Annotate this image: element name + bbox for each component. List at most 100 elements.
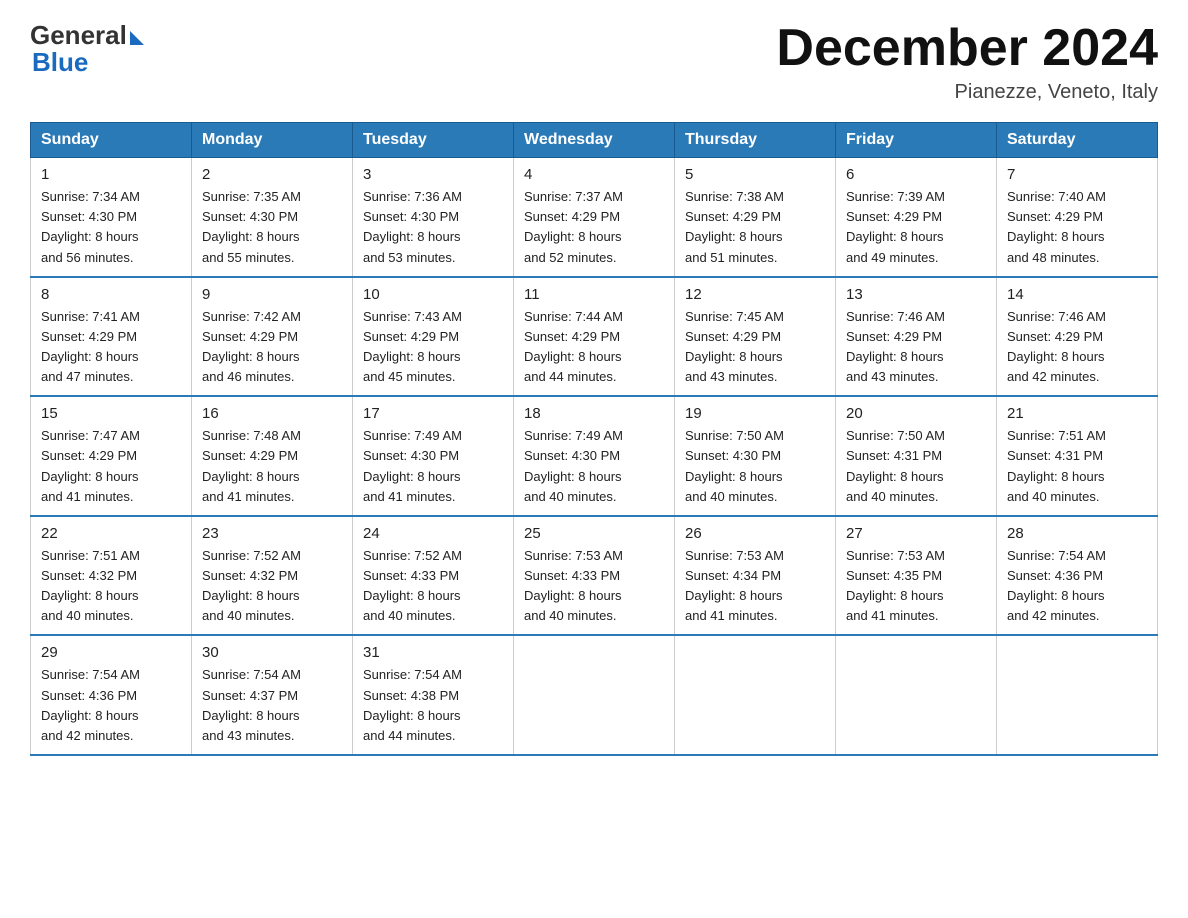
day-cell: 16 Sunrise: 7:48 AM Sunset: 4:29 PM Dayl…: [192, 396, 353, 516]
day-cell: 13 Sunrise: 7:46 AM Sunset: 4:29 PM Dayl…: [836, 277, 997, 397]
header-friday: Friday: [836, 123, 997, 158]
week-row-5: 29 Sunrise: 7:54 AM Sunset: 4:36 PM Dayl…: [31, 635, 1158, 755]
day-cell: 10 Sunrise: 7:43 AM Sunset: 4:29 PM Dayl…: [353, 277, 514, 397]
day-cell: 30 Sunrise: 7:54 AM Sunset: 4:37 PM Dayl…: [192, 635, 353, 755]
calendar-table: SundayMondayTuesdayWednesdayThursdayFrid…: [30, 122, 1158, 756]
day-info: Sunrise: 7:46 AM Sunset: 4:29 PM Dayligh…: [1007, 307, 1147, 388]
header-thursday: Thursday: [675, 123, 836, 158]
day-cell: 6 Sunrise: 7:39 AM Sunset: 4:29 PM Dayli…: [836, 158, 997, 277]
day-cell: 14 Sunrise: 7:46 AM Sunset: 4:29 PM Dayl…: [997, 277, 1158, 397]
day-cell: 21 Sunrise: 7:51 AM Sunset: 4:31 PM Dayl…: [997, 396, 1158, 516]
day-cell: 12 Sunrise: 7:45 AM Sunset: 4:29 PM Dayl…: [675, 277, 836, 397]
header-wednesday: Wednesday: [514, 123, 675, 158]
day-cell: [514, 635, 675, 755]
day-cell: 1 Sunrise: 7:34 AM Sunset: 4:30 PM Dayli…: [31, 158, 192, 277]
day-info: Sunrise: 7:37 AM Sunset: 4:29 PM Dayligh…: [524, 187, 664, 268]
day-cell: 26 Sunrise: 7:53 AM Sunset: 4:34 PM Dayl…: [675, 516, 836, 636]
day-cell: 24 Sunrise: 7:52 AM Sunset: 4:33 PM Dayl…: [353, 516, 514, 636]
day-cell: 5 Sunrise: 7:38 AM Sunset: 4:29 PM Dayli…: [675, 158, 836, 277]
logo-blue-text: Blue: [32, 47, 88, 78]
day-cell: [836, 635, 997, 755]
day-cell: 17 Sunrise: 7:49 AM Sunset: 4:30 PM Dayl…: [353, 396, 514, 516]
header-tuesday: Tuesday: [353, 123, 514, 158]
day-info: Sunrise: 7:52 AM Sunset: 4:33 PM Dayligh…: [363, 546, 503, 627]
day-info: Sunrise: 7:36 AM Sunset: 4:30 PM Dayligh…: [363, 187, 503, 268]
day-cell: 29 Sunrise: 7:54 AM Sunset: 4:36 PM Dayl…: [31, 635, 192, 755]
day-cell: 27 Sunrise: 7:53 AM Sunset: 4:35 PM Dayl…: [836, 516, 997, 636]
day-info: Sunrise: 7:35 AM Sunset: 4:30 PM Dayligh…: [202, 187, 342, 268]
day-number: 5: [685, 166, 825, 183]
day-info: Sunrise: 7:54 AM Sunset: 4:38 PM Dayligh…: [363, 665, 503, 746]
day-number: 27: [846, 525, 986, 542]
week-row-1: 1 Sunrise: 7:34 AM Sunset: 4:30 PM Dayli…: [31, 158, 1158, 277]
week-row-2: 8 Sunrise: 7:41 AM Sunset: 4:29 PM Dayli…: [31, 277, 1158, 397]
day-cell: 31 Sunrise: 7:54 AM Sunset: 4:38 PM Dayl…: [353, 635, 514, 755]
day-info: Sunrise: 7:43 AM Sunset: 4:29 PM Dayligh…: [363, 307, 503, 388]
day-number: 6: [846, 166, 986, 183]
day-number: 14: [1007, 286, 1147, 303]
day-info: Sunrise: 7:53 AM Sunset: 4:33 PM Dayligh…: [524, 546, 664, 627]
day-info: Sunrise: 7:50 AM Sunset: 4:31 PM Dayligh…: [846, 426, 986, 507]
logo-triangle-icon: [130, 31, 144, 45]
header-saturday: Saturday: [997, 123, 1158, 158]
day-number: 26: [685, 525, 825, 542]
day-info: Sunrise: 7:40 AM Sunset: 4:29 PM Dayligh…: [1007, 187, 1147, 268]
day-cell: 8 Sunrise: 7:41 AM Sunset: 4:29 PM Dayli…: [31, 277, 192, 397]
day-number: 11: [524, 286, 664, 303]
day-cell: 22 Sunrise: 7:51 AM Sunset: 4:32 PM Dayl…: [31, 516, 192, 636]
day-cell: 15 Sunrise: 7:47 AM Sunset: 4:29 PM Dayl…: [31, 396, 192, 516]
header-sunday: Sunday: [31, 123, 192, 158]
day-info: Sunrise: 7:53 AM Sunset: 4:35 PM Dayligh…: [846, 546, 986, 627]
day-info: Sunrise: 7:54 AM Sunset: 4:36 PM Dayligh…: [41, 665, 181, 746]
day-number: 30: [202, 644, 342, 661]
day-number: 24: [363, 525, 503, 542]
day-number: 2: [202, 166, 342, 183]
day-number: 10: [363, 286, 503, 303]
day-cell: 9 Sunrise: 7:42 AM Sunset: 4:29 PM Dayli…: [192, 277, 353, 397]
calendar-body: 1 Sunrise: 7:34 AM Sunset: 4:30 PM Dayli…: [31, 158, 1158, 755]
header-row: SundayMondayTuesdayWednesdayThursdayFrid…: [31, 123, 1158, 158]
calendar-header: SundayMondayTuesdayWednesdayThursdayFrid…: [31, 123, 1158, 158]
day-info: Sunrise: 7:50 AM Sunset: 4:30 PM Dayligh…: [685, 426, 825, 507]
day-info: Sunrise: 7:48 AM Sunset: 4:29 PM Dayligh…: [202, 426, 342, 507]
day-info: Sunrise: 7:45 AM Sunset: 4:29 PM Dayligh…: [685, 307, 825, 388]
day-number: 19: [685, 405, 825, 422]
day-cell: 2 Sunrise: 7:35 AM Sunset: 4:30 PM Dayli…: [192, 158, 353, 277]
day-number: 15: [41, 405, 181, 422]
day-info: Sunrise: 7:49 AM Sunset: 4:30 PM Dayligh…: [524, 426, 664, 507]
day-info: Sunrise: 7:34 AM Sunset: 4:30 PM Dayligh…: [41, 187, 181, 268]
day-number: 17: [363, 405, 503, 422]
day-number: 8: [41, 286, 181, 303]
day-number: 1: [41, 166, 181, 183]
day-number: 4: [524, 166, 664, 183]
day-number: 12: [685, 286, 825, 303]
day-number: 21: [1007, 405, 1147, 422]
page-header: General Blue December 2024 Pianezze, Ven…: [30, 20, 1158, 104]
day-info: Sunrise: 7:42 AM Sunset: 4:29 PM Dayligh…: [202, 307, 342, 388]
day-cell: 7 Sunrise: 7:40 AM Sunset: 4:29 PM Dayli…: [997, 158, 1158, 277]
day-info: Sunrise: 7:44 AM Sunset: 4:29 PM Dayligh…: [524, 307, 664, 388]
day-info: Sunrise: 7:41 AM Sunset: 4:29 PM Dayligh…: [41, 307, 181, 388]
day-cell: 3 Sunrise: 7:36 AM Sunset: 4:30 PM Dayli…: [353, 158, 514, 277]
day-info: Sunrise: 7:54 AM Sunset: 4:36 PM Dayligh…: [1007, 546, 1147, 627]
day-number: 7: [1007, 166, 1147, 183]
day-number: 31: [363, 644, 503, 661]
day-info: Sunrise: 7:47 AM Sunset: 4:29 PM Dayligh…: [41, 426, 181, 507]
day-cell: 20 Sunrise: 7:50 AM Sunset: 4:31 PM Dayl…: [836, 396, 997, 516]
day-info: Sunrise: 7:52 AM Sunset: 4:32 PM Dayligh…: [202, 546, 342, 627]
day-number: 23: [202, 525, 342, 542]
day-info: Sunrise: 7:39 AM Sunset: 4:29 PM Dayligh…: [846, 187, 986, 268]
day-info: Sunrise: 7:53 AM Sunset: 4:34 PM Dayligh…: [685, 546, 825, 627]
day-cell: 11 Sunrise: 7:44 AM Sunset: 4:29 PM Dayl…: [514, 277, 675, 397]
day-number: 20: [846, 405, 986, 422]
day-cell: 19 Sunrise: 7:50 AM Sunset: 4:30 PM Dayl…: [675, 396, 836, 516]
day-cell: [675, 635, 836, 755]
day-number: 3: [363, 166, 503, 183]
day-number: 13: [846, 286, 986, 303]
day-number: 28: [1007, 525, 1147, 542]
day-info: Sunrise: 7:46 AM Sunset: 4:29 PM Dayligh…: [846, 307, 986, 388]
day-number: 25: [524, 525, 664, 542]
day-info: Sunrise: 7:51 AM Sunset: 4:32 PM Dayligh…: [41, 546, 181, 627]
week-row-4: 22 Sunrise: 7:51 AM Sunset: 4:32 PM Dayl…: [31, 516, 1158, 636]
header-monday: Monday: [192, 123, 353, 158]
